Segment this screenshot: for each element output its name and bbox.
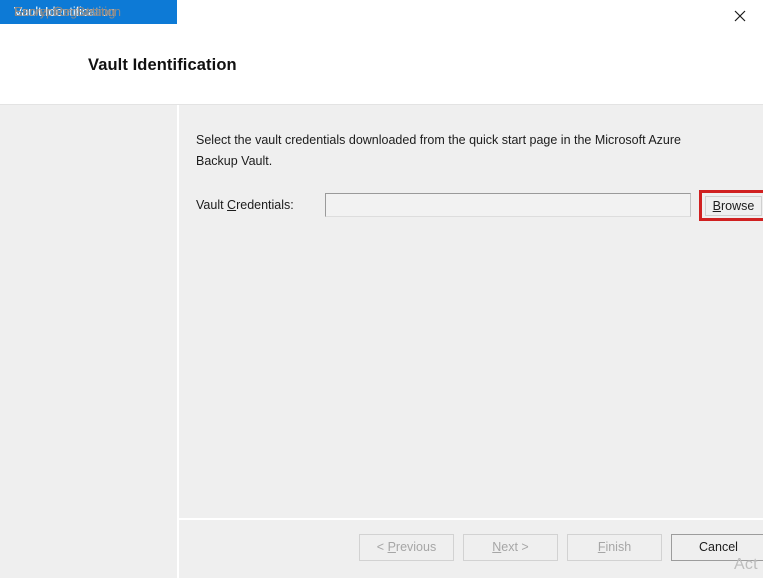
label-prefix: Vault [196, 198, 228, 212]
wizard-content-panel: Select the vault credentials downloaded … [179, 105, 763, 518]
next-button[interactable]: Next > [463, 534, 558, 561]
instruction-text: Select the vault credentials downloaded … [196, 133, 681, 168]
browse-accelerator: B [712, 199, 721, 213]
previous-prefix: < [376, 540, 388, 554]
browse-button[interactable]: Browse [705, 196, 762, 216]
label-accelerator: C [227, 198, 237, 212]
previous-label: revious [395, 540, 437, 554]
finish-button[interactable]: Finish [567, 534, 662, 561]
finish-label: inish [605, 540, 632, 554]
sidebar-item-server-registration[interactable]: Server Registration [0, 0, 177, 24]
sidebar-item-label: Server Registration [14, 5, 121, 19]
register-server-wizard-window: Register Server Wizard Vault Identificat… [0, 0, 763, 578]
previous-accelerator: P [387, 540, 396, 554]
vault-credentials-input[interactable] [325, 193, 691, 217]
page-title: Vault Identification [88, 56, 237, 74]
label-suffix: redentials: [236, 198, 294, 212]
previous-button[interactable]: < Previous [359, 534, 454, 561]
wizard-footer: < Previous Next > Finish Cancel [179, 520, 763, 578]
vault-credentials-label: Vault Credentials: [196, 198, 294, 212]
close-icon[interactable] [717, 0, 763, 31]
wizard-step-sidebar [0, 105, 177, 578]
activate-windows-watermark: Act [734, 556, 758, 573]
next-accelerator: N [492, 540, 502, 554]
wizard-header: Vault Identification [0, 31, 763, 105]
browse-label: rowse [721, 199, 755, 213]
next-label: ext > [501, 540, 529, 554]
vault-credentials-row: Vault Credentials: Browse [196, 190, 763, 221]
cancel-label: Cancel [699, 540, 738, 554]
